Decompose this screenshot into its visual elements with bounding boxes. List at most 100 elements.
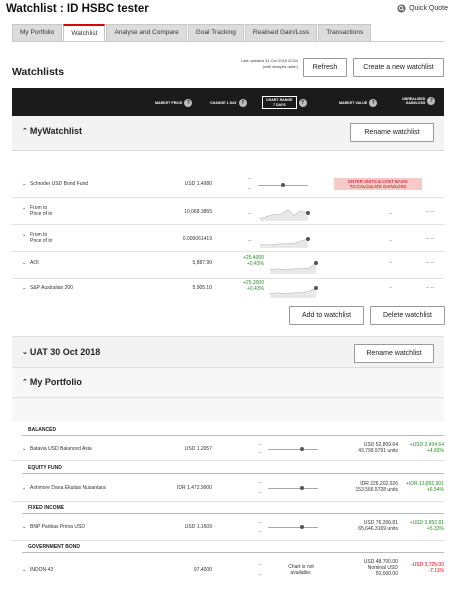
range-low: -- (258, 442, 262, 448)
instrument-name[interactable]: From to Price of in (30, 232, 52, 244)
col-chart-range[interactable]: CHART RANGE 7 DAYS? (262, 96, 307, 109)
market-price: 0.000061419 (182, 236, 212, 242)
unrealised-gl: +USD 3,852.81 +5.33% (409, 520, 444, 532)
range-slider (258, 182, 308, 188)
watchlist-name: MyWatchlist (29, 126, 83, 136)
col-change: CHANGE 1 DAY? (210, 99, 247, 107)
help-icon[interactable]: ? (184, 99, 193, 107)
unrealised-gl: -- -- (426, 209, 435, 215)
chevron-down-icon[interactable]: ⌄ (22, 446, 26, 452)
range-high: -- (258, 572, 262, 578)
collapse-toggle[interactable]: ⌃ My Portfolio (22, 377, 82, 387)
chevron-down-icon[interactable]: ⌄ (22, 260, 26, 266)
col-market-value: MARKET VALUE? (339, 99, 378, 107)
collapse-toggle[interactable]: ⌄ UAT 30 Oct 2018 (22, 347, 100, 357)
warning-badge: ENTER UNITS & COST BASIS TO CALCULATE GAI… (334, 178, 422, 190)
table-row[interactable]: ⌄ Schroder USD Bond Fund USD 1.4980 -- -… (12, 168, 444, 198)
range-slider (268, 485, 318, 491)
tab-realised-gain-loss[interactable]: Realised Gain/Loss (244, 24, 318, 41)
table-row[interactable]: ⌄ Batavia USD Balanced Asia USD 1.2057 -… (12, 437, 444, 461)
range-low: -- (248, 176, 252, 182)
help-icon[interactable]: ? (427, 97, 436, 105)
watchlist-header-uat: ⌄ UAT 30 Oct 2018 Rename watchlist (12, 336, 444, 368)
market-price: USD 1.2057 (184, 446, 212, 452)
tab-divider (12, 41, 444, 42)
rename-watchlist-button[interactable]: Rename watchlist (350, 123, 434, 142)
instrument-name[interactable]: S&P Australian 200 (30, 285, 73, 291)
instrument-name[interactable]: Ashmore Dana Ekuitas Nusantara (30, 485, 106, 491)
market-value: -- (389, 211, 393, 217)
table-row[interactable]: ⌄ S&P Australian 200 5,905.10 +25.2000 +0… (12, 279, 444, 305)
unrealised-gl: -- -- (426, 285, 435, 291)
range-slider (268, 524, 318, 530)
range-low: -- (258, 520, 262, 526)
category-label: BALANCED (28, 427, 57, 433)
table-row[interactable]: ⌄ AOI 5,887.90 +25.4000 +0.43% -- -- -- (12, 252, 444, 279)
range-slider (268, 446, 318, 452)
section-title: Watchlists (12, 66, 65, 78)
market-price: IDR 1,472.9900 (176, 485, 212, 491)
instrument-name[interactable]: Batavia USD Balanced Asia (30, 446, 92, 452)
market-price: 5,887.90 (192, 260, 212, 266)
watchlist-header-mywatchlist: ⌃ MyWatchlist Rename watchlist (12, 116, 444, 151)
chevron-down-icon[interactable]: ⌄ (22, 181, 26, 187)
divider (22, 552, 444, 553)
table-row[interactable]: ⌄ From to Price of in 10,068.3865 -- -- -… (12, 198, 444, 225)
sparkline-chart (259, 209, 310, 221)
chevron-down-icon[interactable]: ⌄ (22, 524, 26, 530)
chevron-up-icon: ⌃ (22, 128, 28, 135)
range-high: -- (258, 450, 262, 456)
table-row[interactable]: ⌄ From to Price of in 0.000061419 -- -- -… (12, 225, 444, 252)
portfolio-name: My Portfolio (29, 377, 82, 387)
help-icon[interactable]: ? (369, 99, 378, 107)
category-label: EQUITY FUND (28, 465, 62, 471)
tab-my-portfolio[interactable]: My Portfolio (12, 24, 63, 41)
portfolio-header: ⌃ My Portfolio (12, 368, 444, 398)
watchlist-name: UAT 30 Oct 2018 (29, 347, 101, 357)
chart-unavailable: Chart is not available. (288, 564, 314, 576)
collapse-toggle[interactable]: ⌃ MyWatchlist (22, 126, 82, 136)
market-price: USD 1.1609 (184, 524, 212, 530)
delete-watchlist-button[interactable]: Delete watchlist (370, 306, 445, 325)
tab-transactions[interactable]: Transactions (318, 24, 372, 41)
tab-watchlist[interactable]: Watchlist (63, 24, 106, 41)
chevron-down-icon[interactable]: ⌄ (22, 567, 26, 573)
tab-goal-tracking[interactable]: Goal Tracking (187, 24, 244, 41)
market-price: USD 1.4980 (184, 181, 212, 187)
range-marker (281, 183, 285, 187)
col-unrealised: UNREALISED GAIN/LOSS? (402, 97, 436, 105)
unrealised-gl: -- -- (426, 236, 435, 242)
unrealised-gl: +USD 2,434.64 +4.83% (409, 442, 444, 454)
help-icon[interactable]: ? (298, 98, 307, 107)
instrument-name[interactable]: BNP Paribas Prima USD (30, 524, 85, 530)
range-high: -- (258, 529, 262, 535)
tab-analyse-compare[interactable]: Analyse and Compare (106, 24, 187, 41)
chevron-down-icon[interactable]: ⌄ (22, 485, 26, 491)
range-low: -- (258, 480, 262, 486)
refresh-button[interactable]: Refresh (303, 58, 347, 77)
col-market-price: MARKET PRICE? (155, 99, 193, 107)
rename-watchlist-button[interactable]: Rename watchlist (354, 344, 434, 363)
tab-bar: My Portfolio Watchlist Analyse and Compa… (12, 24, 372, 41)
create-watchlist-button[interactable]: Create a new watchlist (353, 58, 444, 77)
unrealised-gl: -USD 3,725.00 -7.11% (410, 562, 444, 574)
chevron-down-icon[interactable]: ⌄ (22, 232, 26, 238)
instrument-name[interactable]: AOI (30, 260, 39, 266)
range-marker (300, 525, 304, 529)
quick-quote-link[interactable]: Quick Quote (397, 4, 448, 13)
instrument-name[interactable]: INDON-43 (30, 567, 53, 573)
instrument-name[interactable]: Schroder USD Bond Fund (30, 181, 88, 187)
chevron-down-icon[interactable]: ⌄ (22, 285, 26, 291)
page-title: Watchlist : ID HSBC tester (6, 3, 149, 15)
add-to-watchlist-button[interactable]: Add to watchlist (289, 306, 364, 325)
table-row[interactable]: ⌄ BNP Paribas Prima USD USD 1.1609 -- --… (12, 515, 444, 541)
change-value: +25.2000 +0.43% (243, 280, 264, 292)
help-icon[interactable]: ? (238, 99, 247, 107)
chevron-up-icon: ⌃ (22, 379, 28, 386)
market-price: 97.4000 (193, 567, 212, 573)
table-row[interactable]: ⌄ Ashmore Dana Ekuitas Nusantara IDR 1,4… (12, 475, 444, 502)
sparkline-chart (269, 261, 318, 274)
table-row[interactable]: ⌄ INDON-43 97.4000 -- -- Chart is not ava… (12, 555, 444, 587)
chevron-down-icon[interactable]: ⌄ (22, 205, 26, 211)
instrument-name[interactable]: From to Price of in (30, 205, 52, 217)
